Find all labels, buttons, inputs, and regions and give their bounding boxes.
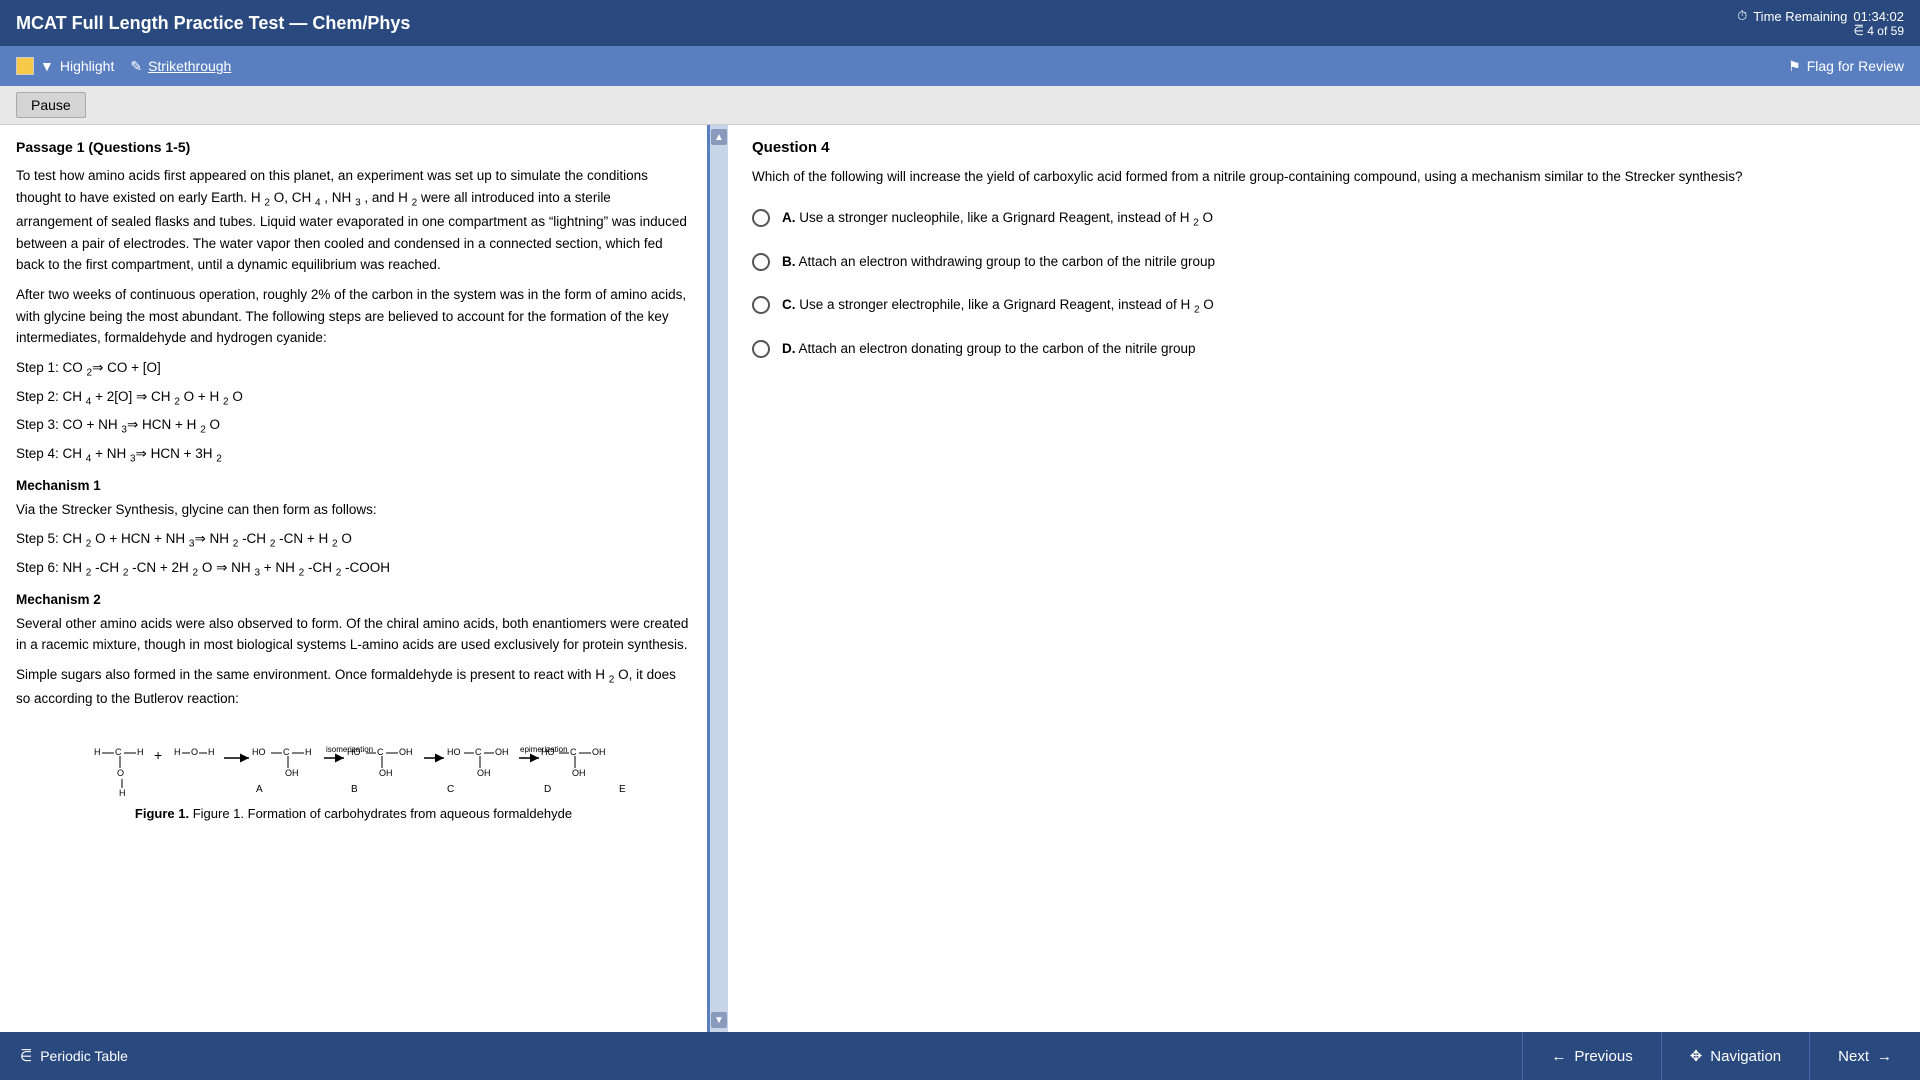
svg-text:B: B <box>351 784 358 795</box>
right-arrow-icon: → <box>1877 1048 1892 1065</box>
radio-a[interactable] <box>752 209 770 227</box>
svg-text:D: D <box>544 784 551 795</box>
reaction-diagram: H C H O H + H O <box>64 720 644 800</box>
timer-value: 01:34:02 <box>1853 9 1904 24</box>
scroll-down-arrow[interactable]: ▼ <box>711 1012 727 1028</box>
svg-text:OH: OH <box>592 747 606 757</box>
svg-text:+: + <box>154 747 162 763</box>
strikethrough-label: Strikethrough <box>148 58 231 74</box>
step-5: Step 5: CH 2 O + HCN + NH 3⇒ NH 2 -CH 2 … <box>16 528 691 553</box>
timer-row: ⏱ Time Remaining 01:34:02 <box>1737 8 1904 24</box>
svg-text:HO: HO <box>347 747 361 757</box>
step-6: Step 6: NH 2 -CH 2 -CN + 2H 2 O ⇒ NH 3 +… <box>16 557 691 582</box>
svg-text:C: C <box>570 747 577 757</box>
highlight-label: Highlight <box>60 58 114 74</box>
svg-text:HO: HO <box>252 747 266 757</box>
radio-d[interactable] <box>752 340 770 358</box>
svg-text:H: H <box>174 747 181 757</box>
svg-text:E: E <box>619 784 626 795</box>
answer-text-d: D. Attach an electron donating group to … <box>782 339 1196 359</box>
mechanism-2-paragraph-1: Several other amino acids were also obse… <box>16 613 691 656</box>
answer-text-c: C. Use a stronger electrophile, like a G… <box>782 295 1214 318</box>
step-2: Step 2: CH 4 + 2[O] ⇒ CH 2 O + H 2 O <box>16 386 691 411</box>
step-1: Step 1: CO 2⇒ CO + [O] <box>16 357 691 382</box>
passage-paragraph-1: To test how amino acids first appeared o… <box>16 165 691 276</box>
question-panel: Question 4 Which of the following will i… <box>728 125 1920 1032</box>
svg-text:O: O <box>191 747 198 757</box>
passage-panel: Passage 1 (Questions 1-5) To test how am… <box>0 125 710 1032</box>
highlight-swatch <box>16 57 34 75</box>
mechanism-2-title: Mechanism 2 <box>16 592 691 607</box>
question-text: Which of the following will increase the… <box>752 166 1896 188</box>
answer-text-b: B. Attach an electron withdrawing group … <box>782 252 1215 272</box>
answer-text-a: A. Use a stronger nucleophile, like a Gr… <box>782 208 1213 231</box>
figure-caption: Figure 1. Figure 1. Formation of carbohy… <box>135 806 572 821</box>
footer: ⋶ Periodic Table ← Previous ✥ Navigation… <box>0 1032 1920 1080</box>
svg-text:OH: OH <box>572 768 586 778</box>
footer-navigation: ← Previous ✥ Navigation Next → <box>1522 1032 1920 1080</box>
toolbar-left: ▼ Highlight ✎ Strikethrough <box>16 57 231 75</box>
toolbar: ▼ Highlight ✎ Strikethrough ⚑ Flag for R… <box>0 46 1920 86</box>
answer-option-a[interactable]: A. Use a stronger nucleophile, like a Gr… <box>752 208 1896 231</box>
radio-b[interactable] <box>752 253 770 271</box>
svg-text:C: C <box>447 784 454 795</box>
svg-text:C: C <box>115 747 122 757</box>
flag-icon: ⚑ <box>1788 58 1801 75</box>
butlerov-figure: H C H O H + H O <box>16 720 691 821</box>
answer-option-d[interactable]: D. Attach an electron donating group to … <box>752 339 1896 359</box>
svg-text:A: A <box>256 784 263 795</box>
test-title: MCAT Full Length Practice Test — Chem/Ph… <box>16 13 410 34</box>
step-4: Step 4: CH 4 + NH 3⇒ HCN + 3H 2 <box>16 443 691 468</box>
scroll-up-arrow[interactable]: ▲ <box>711 129 727 145</box>
main-content: Passage 1 (Questions 1-5) To test how am… <box>0 125 1920 1032</box>
svg-text:H: H <box>137 747 144 757</box>
navigation-button[interactable]: ✥ Navigation <box>1661 1032 1809 1080</box>
svg-text:H: H <box>208 747 215 757</box>
pencil-icon: ✎ <box>130 58 142 75</box>
timer-label: Time Remaining <box>1753 9 1847 24</box>
svg-text:C: C <box>377 747 384 757</box>
passage-title: Passage 1 (Questions 1-5) <box>16 139 691 155</box>
next-button[interactable]: Next → <box>1809 1032 1920 1080</box>
svg-text:HO: HO <box>447 747 461 757</box>
app-header: MCAT Full Length Practice Test — Chem/Ph… <box>0 0 1920 46</box>
grid-nav-icon: ✥ <box>1690 1047 1703 1065</box>
strikethrough-button[interactable]: ✎ Strikethrough <box>130 58 231 75</box>
highlight-button[interactable]: ▼ Highlight <box>16 57 114 75</box>
pause-button[interactable]: Pause <box>16 92 86 118</box>
answer-option-b[interactable]: B. Attach an electron withdrawing group … <box>752 252 1896 272</box>
svg-text:OH: OH <box>379 768 393 778</box>
question-number: Question 4 <box>752 139 1896 156</box>
passage-scroll-controls: ▲ ▼ <box>710 125 728 1032</box>
mechanism-1-title: Mechanism 1 <box>16 478 691 493</box>
answer-option-c[interactable]: C. Use a stronger electrophile, like a G… <box>752 295 1896 318</box>
svg-text:C: C <box>283 747 290 757</box>
previous-button[interactable]: ← Previous <box>1522 1032 1660 1080</box>
step-3: Step 3: CO + NH 3⇒ HCN + H 2 O <box>16 414 691 439</box>
pause-bar: Pause <box>0 86 1920 125</box>
highlight-dropdown-icon: ▼ <box>40 58 54 74</box>
mechanism-2-paragraph-2: Simple sugars also formed in the same en… <box>16 664 691 710</box>
svg-text:HO: HO <box>541 747 555 757</box>
periodic-table-button[interactable]: ⋶ Periodic Table <box>0 1032 148 1080</box>
radio-c[interactable] <box>752 296 770 314</box>
clock-icon: ⏱ <box>1737 8 1747 24</box>
question-count: ⋶ 4 of 59 <box>1854 24 1905 38</box>
svg-text:H: H <box>119 788 126 798</box>
header-info: ⏱ Time Remaining 01:34:02 ⋶ 4 of 59 <box>1737 8 1904 38</box>
svg-text:H: H <box>305 747 312 757</box>
svg-text:OH: OH <box>399 747 413 757</box>
svg-text:OH: OH <box>477 768 491 778</box>
svg-text:O: O <box>117 768 124 778</box>
svg-text:OH: OH <box>285 768 299 778</box>
mechanism-1-intro: Via the Strecker Synthesis, glycine can … <box>16 499 691 521</box>
svg-text:OH: OH <box>495 747 509 757</box>
grid-icon: ⋶ <box>1854 24 1864 38</box>
passage-paragraph-2: After two weeks of continuous operation,… <box>16 284 691 349</box>
flag-review-button[interactable]: ⚑ Flag for Review <box>1788 58 1904 75</box>
svg-text:C: C <box>475 747 482 757</box>
left-arrow-icon: ← <box>1551 1048 1566 1065</box>
svg-text:H: H <box>94 747 101 757</box>
periodic-table-icon: ⋶ <box>20 1048 32 1065</box>
